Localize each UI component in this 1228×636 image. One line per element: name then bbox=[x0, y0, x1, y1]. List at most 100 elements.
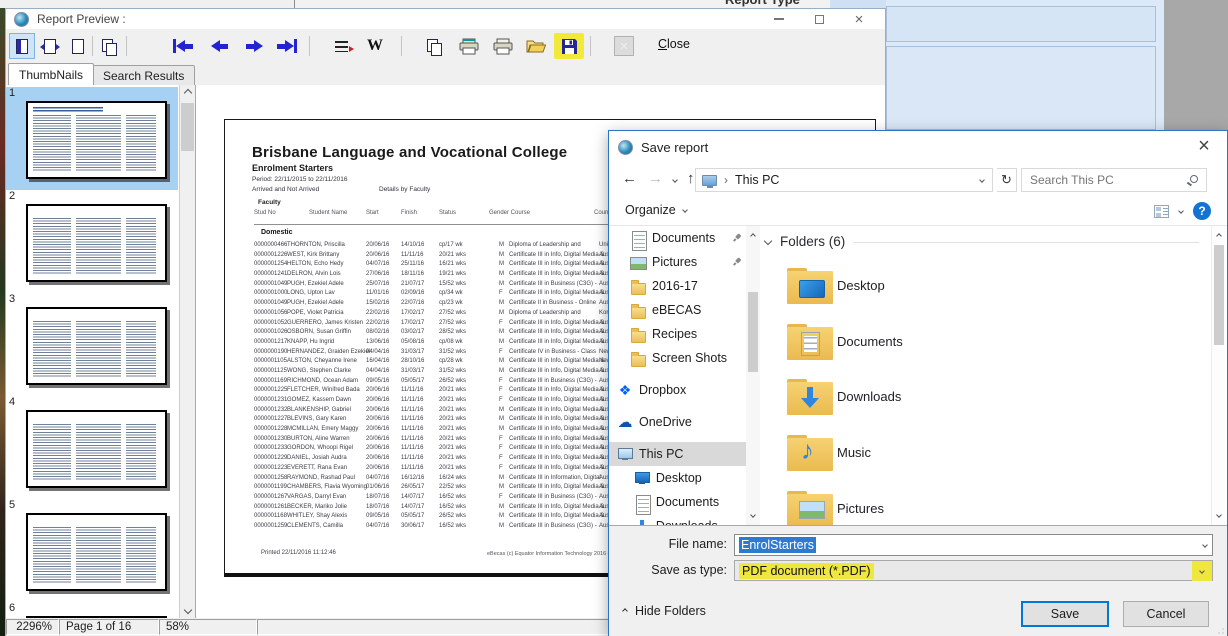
thumbnail-scrollbar[interactable] bbox=[179, 85, 195, 618]
report-cell: THORNTON, Priscilla bbox=[287, 242, 345, 248]
chevron-up-icon bbox=[183, 89, 191, 97]
report-cell: 28/52 wks bbox=[439, 329, 466, 335]
search-text-button[interactable]: W bbox=[362, 33, 388, 59]
hide-folders-button[interactable]: Hide Folders bbox=[623, 604, 706, 618]
sidebar-item-pictures[interactable]: Pictures bbox=[609, 250, 746, 274]
scroll-down-button[interactable] bbox=[180, 602, 195, 618]
fit-width-button[interactable] bbox=[37, 33, 63, 59]
sidebar-item-dropbox[interactable]: ❖Dropbox bbox=[609, 378, 746, 402]
multi-page-button[interactable] bbox=[96, 33, 122, 59]
print-setup-button[interactable] bbox=[456, 33, 482, 59]
thumbnail-item-5[interactable]: 5 bbox=[6, 499, 178, 602]
sidebar-item-screen-shots[interactable]: Screen Shots bbox=[609, 346, 746, 370]
scrollbar-thumb[interactable] bbox=[1214, 245, 1224, 345]
cancel-button[interactable]: Cancel bbox=[1123, 601, 1209, 627]
folder-item-documents[interactable]: Documents bbox=[759, 315, 1209, 371]
save-report-button[interactable] bbox=[554, 33, 584, 59]
print-button[interactable] bbox=[490, 33, 516, 59]
sidebar-item-documents[interactable]: Documents bbox=[609, 226, 746, 250]
save-button[interactable]: Save bbox=[1021, 601, 1109, 627]
thumbnail-item-6[interactable]: 6 bbox=[6, 602, 178, 618]
recent-locations-chevron[interactable] bbox=[672, 177, 678, 183]
help-button[interactable]: ? bbox=[1193, 202, 1211, 220]
report-cell: 0000001168 bbox=[254, 513, 287, 519]
file-name-input[interactable]: EnrolStarters bbox=[734, 534, 1213, 556]
maximize-icon bbox=[815, 15, 824, 24]
scrollbar-thumb[interactable] bbox=[748, 292, 758, 372]
breadcrumb-dropdown-chevron[interactable] bbox=[979, 177, 985, 183]
folders-group-header[interactable]: Folders (6) bbox=[765, 234, 1199, 249]
thumbnail-item-1[interactable]: 1 bbox=[6, 87, 178, 190]
collapse-chevron-icon[interactable] bbox=[764, 236, 772, 244]
maximize-button[interactable] bbox=[809, 11, 829, 27]
thumbnail-item-2[interactable]: 2 bbox=[6, 190, 178, 293]
scroll-up-button[interactable] bbox=[746, 228, 760, 244]
scrollbar-thumb[interactable] bbox=[181, 103, 194, 151]
folder-item-pictures[interactable]: Pictures bbox=[759, 482, 1209, 525]
organize-button[interactable]: Organize bbox=[625, 203, 687, 217]
last-page-button[interactable] bbox=[274, 33, 300, 59]
full-page-button[interactable] bbox=[65, 33, 91, 59]
open-report-button[interactable] bbox=[523, 33, 549, 59]
report-cell: 0000001254 bbox=[254, 261, 287, 267]
fit-page-button[interactable] bbox=[9, 33, 35, 59]
breadcrumb[interactable]: › This PC bbox=[695, 168, 993, 192]
report-cell: 0000001223 bbox=[254, 465, 287, 471]
up-button[interactable]: ↑ bbox=[687, 170, 695, 187]
goto-page-button[interactable] bbox=[328, 33, 354, 59]
scroll-up-button[interactable] bbox=[180, 85, 195, 101]
folder-item-desktop[interactable]: Desktop bbox=[759, 259, 1209, 315]
close-preview-button[interactable]: Close bbox=[658, 37, 690, 51]
report-cell: 22/02/16 bbox=[366, 310, 389, 316]
full-page-icon bbox=[72, 39, 84, 54]
back-button[interactable]: ← bbox=[622, 170, 637, 187]
prev-page-button[interactable] bbox=[206, 33, 232, 59]
search-input[interactable] bbox=[1028, 171, 1178, 189]
sidebar-scrollbar[interactable] bbox=[746, 226, 760, 525]
main-scrollbar[interactable] bbox=[1211, 226, 1225, 525]
search-box[interactable] bbox=[1021, 168, 1207, 192]
folder-item-music[interactable]: ♪Music bbox=[759, 426, 1209, 482]
thumb-lines bbox=[33, 115, 71, 172]
scroll-down-button[interactable] bbox=[746, 507, 760, 523]
page-setup-button[interactable] bbox=[421, 33, 447, 59]
save-type-select[interactable]: PDF document (*.PDF) bbox=[734, 560, 1213, 581]
dialog-close-button[interactable]: × bbox=[1191, 133, 1217, 159]
close-window-button[interactable]: × bbox=[849, 11, 869, 27]
tab-search-results[interactable]: Search Results bbox=[92, 65, 195, 85]
scroll-up-button[interactable] bbox=[1212, 228, 1226, 244]
sidebar-item-desktop[interactable]: Desktop bbox=[609, 466, 746, 490]
thumbnail-item-4[interactable]: 4 bbox=[6, 396, 178, 499]
sidebar-item-documents[interactable]: Documents bbox=[609, 490, 746, 514]
scroll-down-button[interactable] bbox=[1212, 507, 1226, 523]
sidebar-item-2016-17[interactable]: 2016-17 bbox=[609, 274, 746, 298]
first-page-button[interactable] bbox=[170, 33, 196, 59]
report-cell: M bbox=[499, 407, 504, 413]
minimize-button[interactable] bbox=[769, 11, 789, 27]
sidebar-item-this-pc[interactable]: This PC bbox=[609, 442, 746, 466]
tab-thumbnails[interactable]: ThumbNails bbox=[8, 63, 94, 85]
views-icon[interactable] bbox=[1154, 205, 1169, 218]
sidebar-item-onedrive[interactable]: ☁OneDrive bbox=[609, 410, 746, 434]
sidebar-item-downloads[interactable]: Downloads bbox=[609, 514, 746, 525]
resize-grip[interactable] bbox=[1216, 626, 1224, 634]
report-cell: 11/11/16 bbox=[401, 426, 423, 432]
thumbnail-item-3[interactable]: 3 bbox=[6, 293, 178, 396]
breadcrumb-location[interactable]: This PC bbox=[735, 173, 779, 187]
folder-item-downloads[interactable]: Downloads bbox=[759, 370, 1209, 426]
save-type-dropdown[interactable] bbox=[1192, 561, 1212, 581]
pictures-folder-icon bbox=[799, 501, 825, 519]
file-name-dropdown-chevron[interactable] bbox=[1202, 542, 1208, 548]
views-dropdown-chevron[interactable] bbox=[1178, 208, 1184, 214]
sidebar-item-recipes[interactable]: Recipes bbox=[609, 322, 746, 346]
report-cell: M bbox=[499, 310, 504, 316]
report-cell: 14/10/16 bbox=[401, 242, 424, 248]
title-bar[interactable]: Report Preview : bbox=[6, 9, 885, 29]
report-cell: Certificate III in Business (C3G) - bbox=[509, 378, 597, 384]
dialog-title-bar[interactable]: Save report bbox=[609, 131, 1227, 163]
refresh-button[interactable]: ↻ bbox=[997, 168, 1017, 192]
report-cell: BLEVINS, Gary Karen bbox=[287, 416, 346, 422]
sidebar-item-ebecas[interactable]: eBECAS bbox=[609, 298, 746, 322]
next-page-button[interactable] bbox=[241, 33, 267, 59]
report-cell: PUGH, Ezekiel Adele bbox=[287, 281, 344, 287]
